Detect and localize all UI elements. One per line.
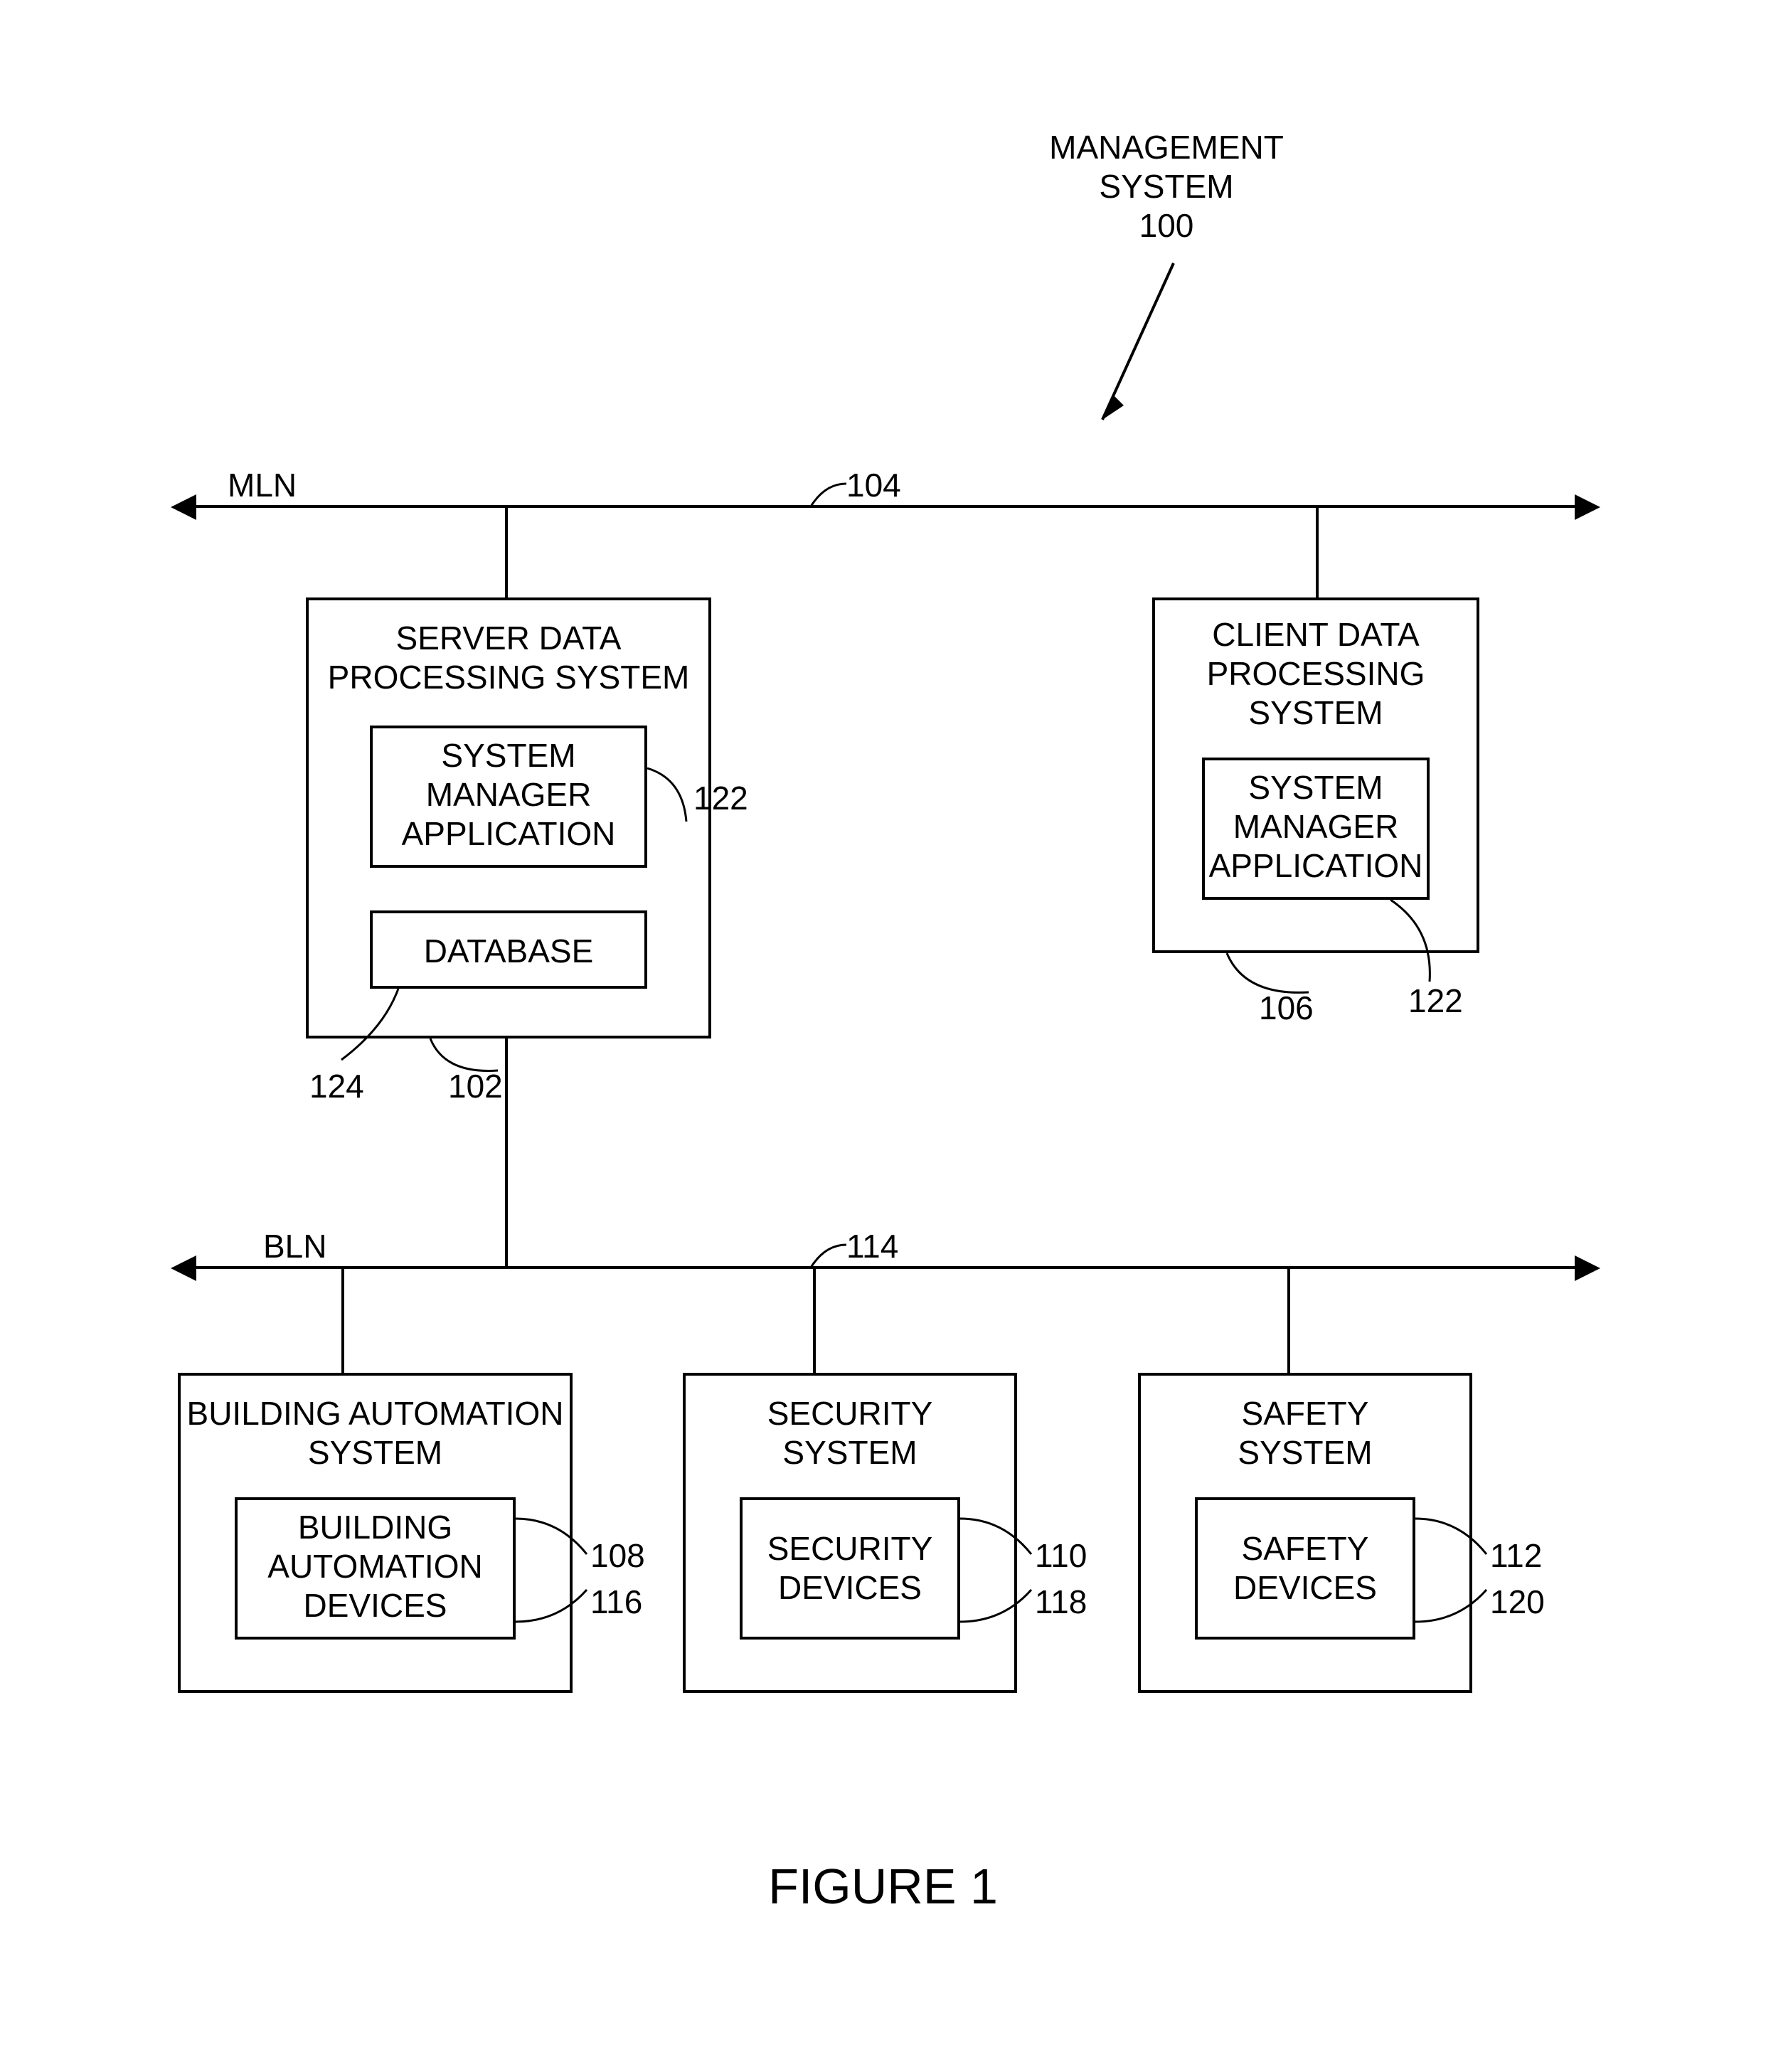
server-app-l2: MANAGER — [370, 775, 647, 814]
server-to-bln-line — [505, 1038, 508, 1266]
mln-label: MLN — [228, 466, 297, 505]
client-title-l3: SYSTEM — [1152, 694, 1479, 733]
client-app-l3: APPLICATION — [1202, 846, 1430, 886]
server-title-l1: SERVER DATA — [306, 619, 711, 658]
security-dev-l2: DEVICES — [740, 1568, 960, 1608]
bln-ref: 114 — [846, 1227, 898, 1266]
bln-right-arrow-icon — [1572, 1255, 1600, 1281]
bas-dev-ref: 116 — [590, 1583, 642, 1622]
figure-caption: FIGURE 1 — [0, 1856, 1766, 1916]
client-box-callout-icon — [1223, 953, 1316, 1003]
bln-left-arrow-icon — [171, 1255, 199, 1281]
mln-bus-line — [192, 505, 1579, 508]
safety-box-ref: 112 — [1490, 1536, 1542, 1576]
safety-title-l2: SYSTEM — [1138, 1433, 1472, 1472]
client-app-l2: MANAGER — [1202, 807, 1430, 846]
mln-right-arrow-icon — [1572, 494, 1600, 520]
diagram-canvas: MANAGEMENT SYSTEM 100 MLN 104 SERVER DAT… — [0, 0, 1766, 2072]
security-box-ref: 110 — [1035, 1536, 1087, 1576]
bln-to-security-line — [813, 1268, 816, 1373]
bas-dev-l1: BUILDING — [235, 1508, 516, 1547]
bas-title-l1: BUILDING AUTOMATION — [178, 1394, 573, 1433]
server-app-l3: APPLICATION — [370, 814, 647, 854]
bln-bus-line — [192, 1266, 1579, 1269]
client-app-l1: SYSTEM — [1202, 768, 1430, 807]
security-dev-callout-icon — [960, 1586, 1038, 1625]
client-title-l1: CLIENT DATA — [1152, 615, 1479, 654]
security-dev-ref: 118 — [1035, 1583, 1087, 1622]
bas-dev-callout-icon — [516, 1586, 594, 1625]
security-box-callout-icon — [960, 1515, 1038, 1565]
safety-title-l1: SAFETY — [1138, 1394, 1472, 1433]
client-title-l2: PROCESSING — [1152, 654, 1479, 694]
server-app-l1: SYSTEM — [370, 736, 647, 775]
title-ref: 100 — [1024, 206, 1309, 245]
server-db-label: DATABASE — [370, 932, 647, 971]
bas-dev-l2: AUTOMATION — [235, 1547, 516, 1586]
title-arrow-icon — [1088, 256, 1230, 441]
server-box-callout-icon — [427, 1038, 505, 1081]
bln-to-safety-line — [1287, 1268, 1290, 1373]
security-title-l1: SECURITY — [683, 1394, 1017, 1433]
bas-dev-l3: DEVICES — [235, 1586, 516, 1625]
client-app-callout-icon — [1383, 900, 1454, 992]
mln-ref-callout-icon — [804, 477, 853, 512]
safety-dev-l2: DEVICES — [1195, 1568, 1415, 1608]
bas-box-callout-icon — [516, 1515, 594, 1565]
bln-to-bas-line — [341, 1268, 344, 1373]
bas-box-ref: 108 — [590, 1536, 645, 1576]
mln-ref: 104 — [846, 466, 901, 505]
security-title-l2: SYSTEM — [683, 1433, 1017, 1472]
server-db-callout-icon — [334, 989, 405, 1074]
safety-dev-ref: 120 — [1490, 1583, 1545, 1622]
safety-dev-l1: SAFETY — [1195, 1529, 1415, 1568]
mln-left-arrow-icon — [171, 494, 199, 520]
bln-label: BLN — [263, 1227, 326, 1266]
mln-to-client-line — [1316, 506, 1319, 597]
bas-title-l2: SYSTEM — [178, 1433, 573, 1472]
bln-ref-callout-icon — [804, 1238, 853, 1273]
server-title-l2: PROCESSING SYSTEM — [306, 658, 711, 697]
security-dev-l1: SECURITY — [740, 1529, 960, 1568]
server-app-callout-icon — [647, 765, 704, 829]
mln-to-server-line — [505, 506, 508, 597]
safety-box-callout-icon — [1415, 1515, 1494, 1565]
title-line2: SYSTEM — [1024, 167, 1309, 206]
title-line1: MANAGEMENT — [1024, 128, 1309, 167]
safety-dev-callout-icon — [1415, 1586, 1494, 1625]
